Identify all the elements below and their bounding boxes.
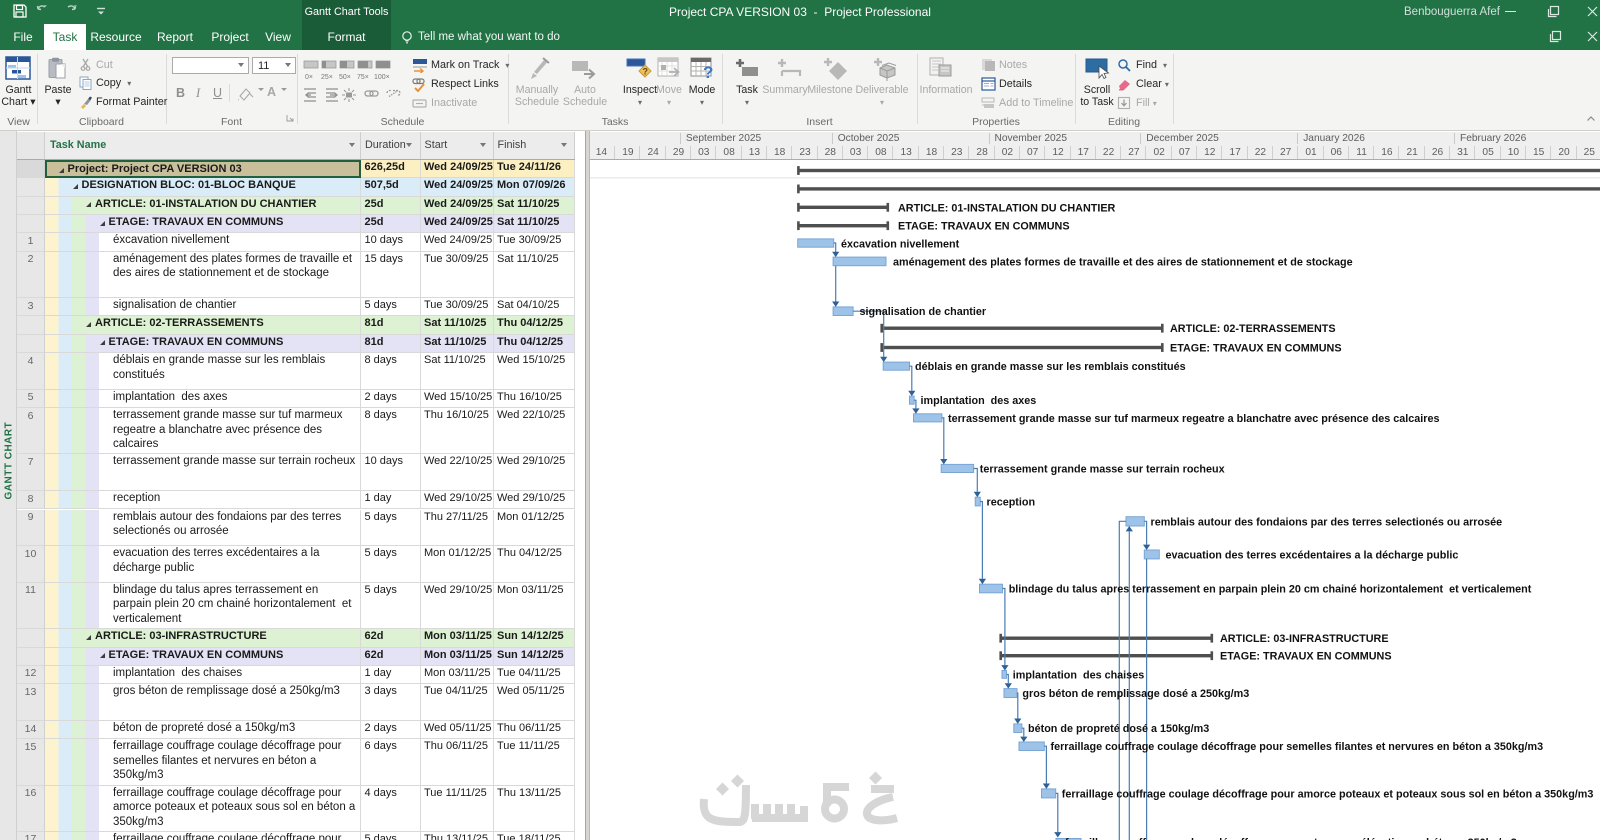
svg-text:ETAGE: TRAVAUX EN COMMUNS: ETAGE: TRAVAUX EN COMMUNS <box>1220 650 1392 662</box>
svg-text:50×: 50× <box>339 74 351 81</box>
svg-text:ARTICLE: 01-INSTALATION DU CHA: ARTICLE: 01-INSTALATION DU CHANTIER <box>898 202 1116 214</box>
svg-text:100×: 100× <box>374 74 390 81</box>
svg-text:ARTICLE: 02-TERRASSEMENTS: ARTICLE: 02-TERRASSEMENTS <box>1170 323 1336 335</box>
svg-text:déblais en grande masse sur le: déblais en grande masse sur les remblais… <box>915 361 1186 373</box>
svg-text:evacuation des terres excédent: evacuation des terres excédentaires a la… <box>1166 549 1459 561</box>
svg-text:blindage du talus apres terras: blindage du talus apres terrassement en … <box>1009 583 1532 595</box>
svg-text:ETAGE: TRAVAUX EN COMMUNS: ETAGE: TRAVAUX EN COMMUNS <box>898 220 1070 232</box>
svg-text:aménagement des plates formes: aménagement des plates formes de travail… <box>893 256 1353 268</box>
svg-text:terrassement grande masse sur: terrassement grande masse sur terrain ro… <box>980 463 1225 475</box>
svg-text:implantation des axes: implantation des axes <box>921 395 1037 407</box>
svg-text:ARTICLE: 03-INFRASTRUCTURE: ARTICLE: 03-INFRASTRUCTURE <box>1220 633 1389 645</box>
svg-text:0×: 0× <box>305 74 313 81</box>
svg-text:75×: 75× <box>357 74 369 81</box>
svg-text:reception: reception <box>987 496 1036 508</box>
svg-text:terrassement grande masse sur: terrassement grande masse sur tuf marmeu… <box>948 412 1440 424</box>
svg-text:ferraillage couffrage coulage: ferraillage couffrage coulage décoffrage… <box>1065 837 1517 840</box>
svg-text:ferraillage couffrage coulage: ferraillage couffrage coulage décoffrage… <box>1062 788 1594 800</box>
svg-text:?: ? <box>643 67 649 77</box>
svg-text:ETAGE: TRAVAUX EN COMMUNS: ETAGE: TRAVAUX EN COMMUNS <box>1170 342 1342 354</box>
svg-text:25×: 25× <box>321 74 333 81</box>
svg-text:?: ? <box>703 63 713 82</box>
svg-text:béton de propreté dosé a 150kg: béton de propreté dosé a 150kg/m3 <box>1028 723 1209 735</box>
svg-text:ferraillage couffrage coulage: ferraillage couffrage coulage décoffrage… <box>1051 741 1544 753</box>
svg-text:gros béton de remplissage dosé: gros béton de remplissage dosé a 250kg/m… <box>1022 688 1249 700</box>
svg-text:éxcavation nivellement: éxcavation nivellement <box>841 238 960 250</box>
svg-text:signalisation de chantier: signalisation de chantier <box>860 306 987 318</box>
svg-text:remblais autour des fondaions: remblais autour des fondaions par des te… <box>1151 516 1503 528</box>
svg-text:implantation des chaises: implantation des chaises <box>1013 669 1144 681</box>
